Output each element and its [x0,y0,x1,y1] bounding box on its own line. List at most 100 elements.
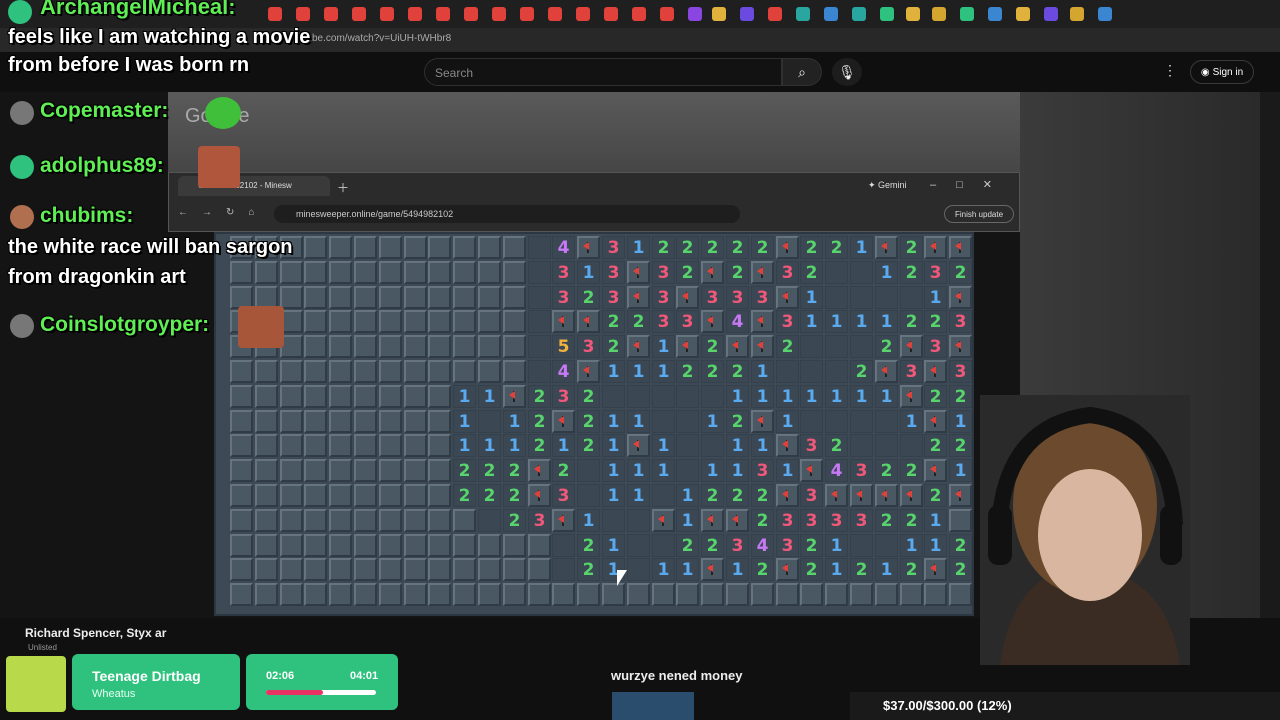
revealed-cell[interactable]: 1 [627,410,650,433]
revealed-cell[interactable]: 1 [900,410,923,433]
revealed-cell[interactable]: 1 [652,335,675,358]
hidden-cell[interactable] [379,509,402,532]
revealed-cell[interactable]: 1 [503,410,526,433]
revealed-cell[interactable]: 2 [924,385,947,408]
revealed-cell[interactable] [676,434,699,457]
revealed-cell[interactable]: 1 [701,459,724,482]
revealed-cell[interactable] [875,434,898,457]
revealed-cell[interactable]: 1 [652,558,675,581]
hidden-cell[interactable] [726,583,749,606]
tab-favicon-icon[interactable] [604,7,618,21]
revealed-cell[interactable]: 1 [924,286,947,309]
tab-favicon-icon[interactable] [548,7,562,21]
revealed-cell[interactable]: 2 [577,385,600,408]
revealed-cell[interactable]: 3 [850,459,873,482]
hidden-cell[interactable] [230,583,253,606]
revealed-cell[interactable]: 1 [850,236,873,259]
revealed-cell[interactable]: 2 [875,459,898,482]
hidden-cell[interactable] [255,434,278,457]
revealed-cell[interactable]: 1 [900,534,923,557]
revealed-cell[interactable]: 2 [924,484,947,507]
revealed-cell[interactable]: 2 [800,236,823,259]
hidden-cell[interactable] [602,583,625,606]
revealed-cell[interactable] [627,534,650,557]
hidden-cell[interactable] [379,410,402,433]
hidden-cell[interactable] [478,534,501,557]
hidden-cell[interactable] [329,509,352,532]
hidden-cell[interactable] [404,534,427,557]
hidden-cell[interactable] [354,534,377,557]
revealed-cell[interactable]: 1 [751,385,774,408]
hidden-cell[interactable] [329,310,352,333]
revealed-cell[interactable]: 2 [850,360,873,383]
revealed-cell[interactable]: 1 [577,509,600,532]
hidden-cell[interactable] [379,434,402,457]
revealed-cell[interactable]: 2 [503,459,526,482]
revealed-cell[interactable] [652,484,675,507]
tab-favicon-icon[interactable] [632,7,646,21]
hidden-cell[interactable] [329,360,352,383]
hidden-cell[interactable] [280,434,303,457]
hidden-cell[interactable] [949,583,972,606]
flagged-cell[interactable] [949,236,972,259]
revealed-cell[interactable] [627,385,650,408]
flagged-cell[interactable] [503,385,526,408]
hidden-cell[interactable] [379,558,402,581]
hidden-cell[interactable] [900,583,923,606]
revealed-cell[interactable]: 1 [652,360,675,383]
revealed-cell[interactable] [577,484,600,507]
flagged-cell[interactable] [924,236,947,259]
revealed-cell[interactable]: 1 [825,534,848,557]
flagged-cell[interactable] [627,286,650,309]
revealed-cell[interactable]: 2 [701,534,724,557]
revealed-cell[interactable]: 2 [924,434,947,457]
hidden-cell[interactable] [230,459,253,482]
revealed-cell[interactable] [800,335,823,358]
revealed-cell[interactable] [701,385,724,408]
tab-favicon-icon[interactable] [408,7,422,21]
hidden-cell[interactable] [503,335,526,358]
tab-favicon-icon[interactable] [492,7,506,21]
search-input[interactable]: Search [424,58,782,86]
hidden-cell[interactable] [354,459,377,482]
hidden-cell[interactable] [354,261,377,284]
revealed-cell[interactable]: 2 [751,484,774,507]
hidden-cell[interactable] [354,434,377,457]
revealed-cell[interactable]: 2 [949,385,972,408]
hidden-cell[interactable] [354,310,377,333]
revealed-cell[interactable]: 3 [577,335,600,358]
revealed-cell[interactable]: 2 [676,360,699,383]
hidden-cell[interactable] [329,434,352,457]
revealed-cell[interactable]: 4 [552,360,575,383]
revealed-cell[interactable] [602,385,625,408]
revealed-cell[interactable]: 1 [726,459,749,482]
revealed-cell[interactable]: 1 [850,310,873,333]
hidden-cell[interactable] [230,509,253,532]
flagged-cell[interactable] [726,335,749,358]
revealed-cell[interactable]: 3 [900,360,923,383]
hidden-cell[interactable] [404,261,427,284]
revealed-cell[interactable]: 2 [924,310,947,333]
hidden-cell[interactable] [379,335,402,358]
flagged-cell[interactable] [751,310,774,333]
revealed-cell[interactable] [602,509,625,532]
revealed-cell[interactable]: 2 [726,236,749,259]
revealed-cell[interactable]: 2 [627,310,650,333]
revealed-cell[interactable]: 2 [676,236,699,259]
revealed-cell[interactable]: 2 [577,434,600,457]
revealed-cell[interactable]: 2 [726,484,749,507]
hidden-cell[interactable] [404,583,427,606]
hidden-cell[interactable] [503,236,526,259]
revealed-cell[interactable]: 2 [478,484,501,507]
hidden-cell[interactable] [428,286,451,309]
revealed-cell[interactable]: 3 [602,236,625,259]
tab-favicon-icon[interactable] [436,7,450,21]
hidden-cell[interactable] [255,261,278,284]
hidden-cell[interactable] [354,236,377,259]
revealed-cell[interactable]: 2 [800,558,823,581]
hidden-cell[interactable] [627,583,650,606]
revealed-cell[interactable]: 1 [825,385,848,408]
revealed-cell[interactable]: 3 [776,534,799,557]
revealed-cell[interactable]: 1 [602,459,625,482]
revealed-cell[interactable]: 4 [751,534,774,557]
